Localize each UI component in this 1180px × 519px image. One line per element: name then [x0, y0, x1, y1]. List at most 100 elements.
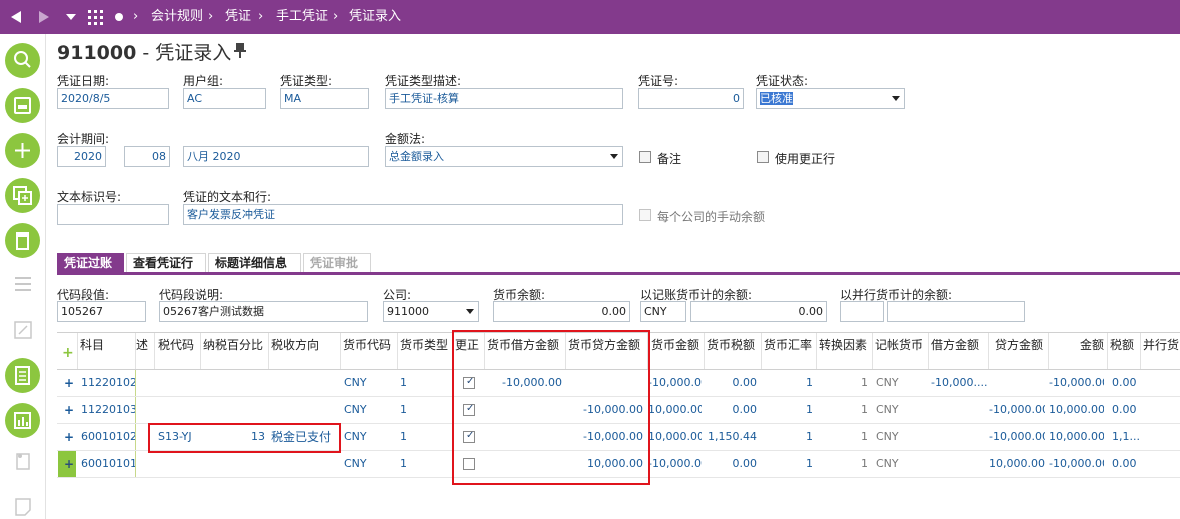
add-row-icon[interactable]: +: [62, 345, 74, 361]
cell-acc-amount[interactable]: -10,000.00: [1049, 451, 1104, 477]
code-desc-field[interactable]: 05267客户测试数据: [159, 301, 368, 322]
text-id-field[interactable]: [57, 204, 169, 225]
cell-acc-tax[interactable]: 0.00: [1112, 451, 1140, 477]
voucher-status-select[interactable]: 已核准: [756, 88, 905, 109]
voucher-text-field[interactable]: 客户发票反冲凭证: [183, 204, 623, 225]
voucher-type-desc-field[interactable]: 手工凭证-核算: [385, 88, 623, 109]
cell-acc-tax[interactable]: 0.00: [1112, 370, 1140, 396]
note-icon[interactable]: [12, 496, 34, 518]
cell-acc-debit[interactable]: -10,000....: [931, 370, 987, 396]
manual-balance-checkbox[interactable]: [639, 209, 651, 221]
breadcrumb-item-voucher[interactable]: 凭证: [225, 0, 251, 34]
cell-acc-amount[interactable]: 10,000.00: [1049, 397, 1104, 423]
cell-account[interactable]: 11220102: [81, 370, 135, 396]
delete-button[interactable]: [5, 223, 40, 258]
column-header[interactable]: 纳税百分比: [203, 334, 267, 370]
cell-amount[interactable]: 10,000.00: [648, 397, 702, 423]
column-header[interactable]: 货币类型: [400, 334, 452, 370]
cell-amount[interactable]: -10,000.00: [648, 451, 702, 477]
cell-currency[interactable]: CNY: [344, 370, 394, 396]
cell-amount[interactable]: 10,000.00: [648, 424, 702, 450]
forward-arrow-icon[interactable]: [38, 10, 50, 24]
amount-method-select[interactable]: 总金额录入: [385, 146, 623, 167]
apps-grid-icon[interactable]: [88, 10, 103, 25]
cell-currency[interactable]: CNY: [344, 451, 394, 477]
cell-currency[interactable]: CNY: [344, 397, 394, 423]
cell-acc-debit[interactable]: [931, 451, 987, 477]
use-correction-checkbox[interactable]: [757, 151, 769, 163]
column-header[interactable]: 科目: [80, 334, 135, 370]
column-header[interactable]: 记帐货币: [875, 334, 927, 370]
cell-tax[interactable]: 1,150.44: [705, 424, 757, 450]
cell-acc-credit[interactable]: [989, 370, 1045, 396]
column-header[interactable]: 贷方金额: [995, 334, 1049, 370]
cell-acc-debit[interactable]: [931, 424, 987, 450]
period-desc-field[interactable]: 八月 2020: [183, 146, 369, 167]
expand-row-icon[interactable]: +: [64, 376, 74, 390]
cell-acc-debit[interactable]: [931, 397, 987, 423]
column-header[interactable]: 述: [136, 334, 152, 370]
column-header[interactable]: 金额: [1060, 334, 1104, 370]
expand-icon[interactable]: [12, 319, 34, 341]
cell-currency[interactable]: CNY: [344, 424, 394, 450]
expand-row-icon[interactable]: +: [64, 403, 74, 417]
cell-account[interactable]: 60010101: [81, 451, 135, 477]
cell-tax[interactable]: 0.00: [705, 370, 758, 396]
cell-currency-type[interactable]: 1: [400, 424, 420, 450]
column-header[interactable]: 借方金额: [931, 334, 985, 370]
cell-account[interactable]: 60010102: [81, 424, 135, 450]
dropdown-caret-icon[interactable]: [66, 14, 76, 21]
breadcrumb-item-voucher-entry[interactable]: 凭证录入: [349, 0, 401, 34]
breadcrumb-item-accounting-rules[interactable]: 会计规则: [151, 0, 203, 34]
column-header[interactable]: 货币代码: [343, 334, 397, 370]
column-header[interactable]: 税代码: [158, 334, 200, 370]
cell-tax[interactable]: 0.00: [705, 397, 758, 423]
cell-acc-credit[interactable]: -10,000.00: [989, 397, 1045, 423]
cell-rate[interactable]: 1: [762, 424, 813, 450]
save-button[interactable]: [5, 88, 40, 123]
tab-voucher-posting[interactable]: 凭证过账: [57, 253, 124, 272]
cell-account[interactable]: 11220103: [81, 397, 135, 423]
voucher-date-field[interactable]: 2020/8/5: [57, 88, 169, 109]
home-dot-icon[interactable]: [115, 13, 123, 21]
cell-acc-credit[interactable]: -10,000.00: [989, 424, 1045, 450]
cell-currency-type[interactable]: 1: [400, 370, 420, 396]
cell-acc-credit[interactable]: 10,000.00: [989, 451, 1045, 477]
cell-currency-type[interactable]: 1: [400, 451, 420, 477]
notes-checkbox[interactable]: [639, 151, 651, 163]
duplicate-button[interactable]: [5, 178, 40, 213]
document-button[interactable]: [5, 358, 40, 393]
cell-rate[interactable]: 1: [762, 397, 813, 423]
cell-acc-amount[interactable]: 10,000.00: [1049, 424, 1104, 450]
list-icon[interactable]: [12, 273, 34, 295]
new-button[interactable]: [5, 133, 40, 168]
cell-acc-tax[interactable]: 1,1...: [1112, 424, 1140, 450]
back-arrow-icon[interactable]: [10, 10, 22, 24]
company-select[interactable]: 911000: [383, 301, 479, 322]
voucher-type-field[interactable]: MA: [280, 88, 369, 109]
report-button[interactable]: [5, 403, 40, 438]
tab-view-voucher-lines[interactable]: 查看凭证行: [126, 253, 206, 272]
period-month-field[interactable]: 08: [124, 146, 170, 167]
breadcrumb-item-manual-voucher[interactable]: 手工凭证: [276, 0, 328, 34]
user-group-field[interactable]: AC: [183, 88, 266, 109]
voucher-no-field[interactable]: 0: [638, 88, 744, 109]
attachment-icon[interactable]: [12, 450, 34, 472]
cell-rate[interactable]: 1: [762, 370, 813, 396]
pin-icon[interactable]: [233, 42, 247, 58]
cell-currency-type[interactable]: 1: [400, 397, 420, 423]
cell-amount[interactable]: -10,000.00: [648, 370, 702, 396]
column-header[interactable]: 转换因素: [819, 334, 871, 370]
column-header[interactable]: 货币税额: [707, 334, 761, 370]
column-header[interactable]: 货币汇率: [764, 334, 816, 370]
expand-row-icon[interactable]: +: [64, 430, 74, 444]
cell-tax[interactable]: 0.00: [705, 451, 758, 477]
cell-rate[interactable]: 1: [762, 451, 813, 477]
column-header[interactable]: 并行货币: [1143, 334, 1180, 370]
column-header[interactable]: 税收方向: [271, 334, 339, 370]
period-year-field[interactable]: 2020: [57, 146, 106, 167]
tab-voucher-approval[interactable]: 凭证审批: [303, 253, 371, 272]
code-value-field[interactable]: 105267: [57, 301, 146, 322]
cell-acc-amount[interactable]: -10,000.00: [1049, 370, 1104, 396]
tab-header-details[interactable]: 标题详细信息: [208, 253, 301, 272]
